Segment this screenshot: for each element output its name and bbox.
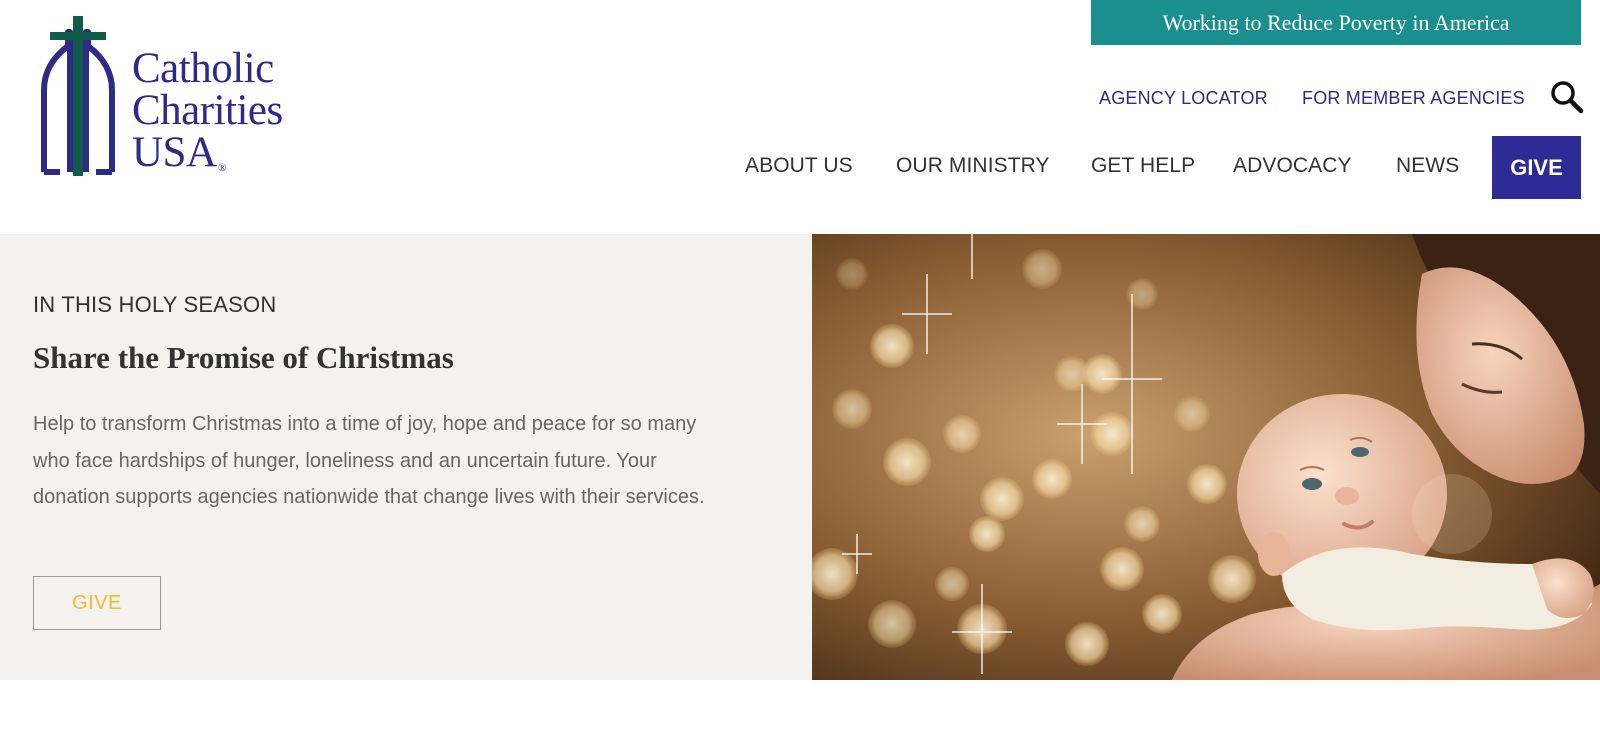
- search-icon[interactable]: [1550, 80, 1584, 114]
- give-nav-button[interactable]: GIVE: [1492, 136, 1581, 199]
- hero-give-button[interactable]: GIVE: [33, 576, 161, 630]
- nav-get-help[interactable]: GET HELP: [1091, 152, 1195, 180]
- hero-body-text: Help to transform Christmas into a time …: [33, 413, 705, 508]
- member-agencies-link[interactable]: FOR MEMBER AGENCIES: [1302, 86, 1525, 110]
- logo-line-catholic: Catholic: [132, 45, 274, 92]
- hero-eyebrow: IN THIS HOLY SEASON: [33, 292, 277, 317]
- logo-link[interactable]: Catholic Charities USA ®: [28, 12, 298, 182]
- logo-registered-mark: ®: [218, 162, 227, 174]
- nav-news[interactable]: NEWS: [1396, 152, 1459, 180]
- logo-line-charities: Charities: [132, 87, 283, 134]
- tagline-banner[interactable]: Working to Reduce Poverty in America: [1091, 0, 1581, 45]
- hero-text-panel: IN THIS HOLY SEASON Share the Promise of…: [0, 234, 812, 680]
- nav-about-us[interactable]: ABOUT US: [745, 152, 853, 180]
- nav-our-ministry[interactable]: OUR MINISTRY: [896, 152, 1050, 180]
- hero-photo: [812, 234, 1600, 680]
- cross-logo-icon: [41, 16, 115, 176]
- nav-advocacy[interactable]: ADVOCACY: [1233, 152, 1352, 180]
- hero-title: Share the Promise of Christmas: [33, 340, 454, 375]
- logo-wordmark: Catholic Charities USA: [132, 45, 283, 176]
- logo-line-usa: USA: [132, 129, 217, 176]
- agency-locator-link[interactable]: AGENCY LOCATOR: [1099, 86, 1268, 110]
